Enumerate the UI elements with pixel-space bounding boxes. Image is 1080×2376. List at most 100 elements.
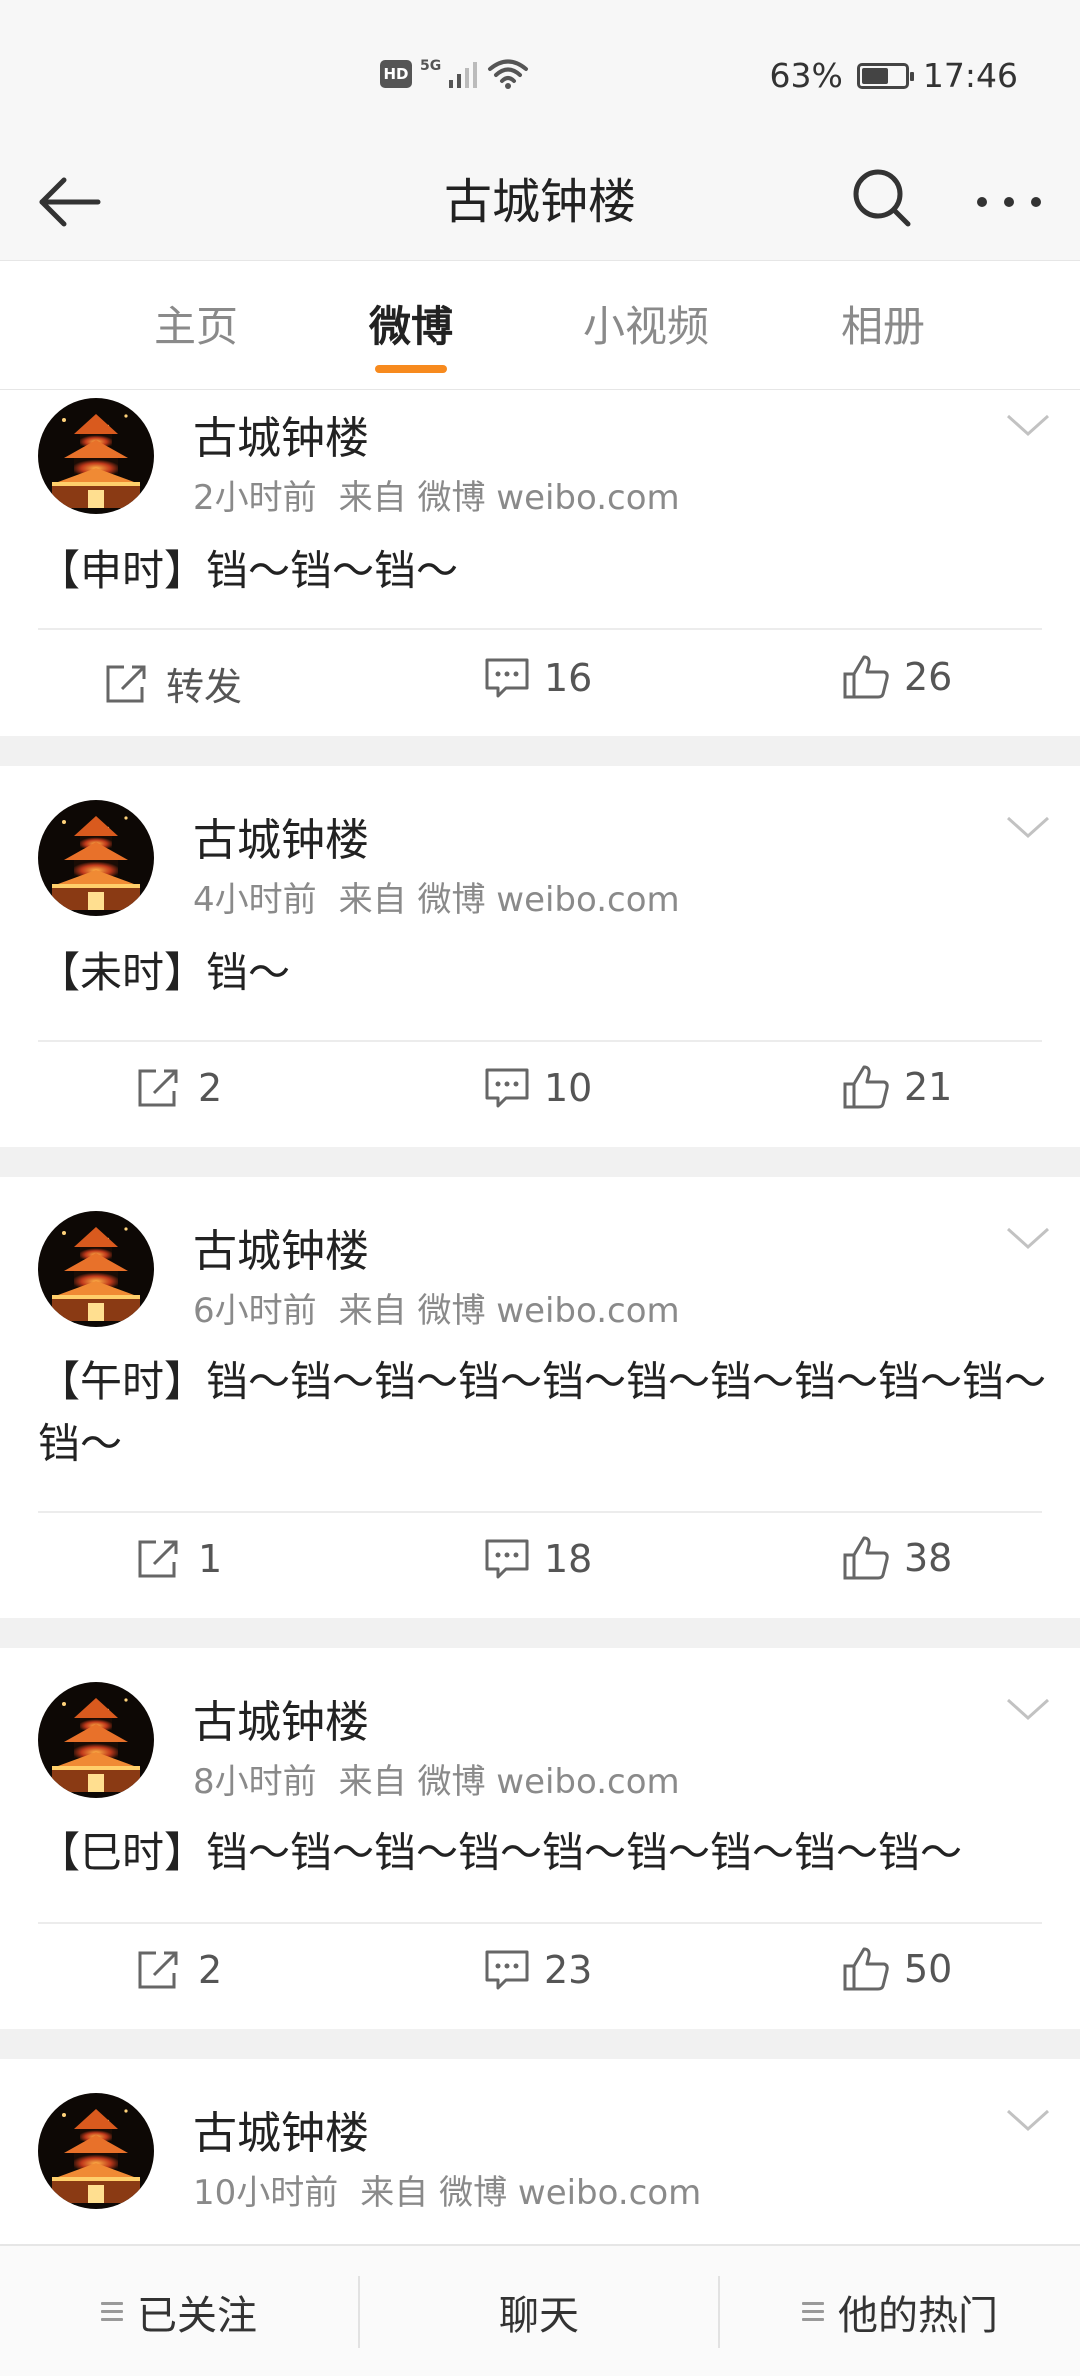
- avatar[interactable]: [38, 398, 154, 514]
- post-source: 来自 微博 weibo.com: [338, 880, 680, 920]
- like-count: 26: [904, 655, 953, 699]
- like-count: 50: [904, 1947, 953, 1991]
- post-separator: [0, 2029, 1080, 2059]
- menu-lines-icon: [802, 2302, 824, 2322]
- battery-level-fill: [861, 67, 888, 84]
- post: 古城钟楼 2小时前 来自 微博 weibo.com 【申时】铛～铛～铛～ 转发 1…: [0, 390, 1080, 736]
- post-meta: 6小时前 来自 微博 weibo.com: [193, 1283, 680, 1332]
- post: 古城钟楼 8小时前 来自 微博 weibo.com 【巳时】铛～铛～铛～铛～铛～铛…: [0, 1648, 1080, 2029]
- post: 古城钟楼 6小时前 来自 微博 weibo.com 【午时】铛～铛～铛～铛～铛～铛…: [0, 1177, 1080, 1618]
- chevron-down-icon[interactable]: [1005, 1223, 1051, 1253]
- comment-icon: [485, 1068, 529, 1108]
- avatar[interactable]: [38, 1682, 154, 1798]
- tab-weibo[interactable]: 微博: [331, 293, 491, 354]
- post-author[interactable]: 古城钟楼: [193, 2097, 369, 2161]
- wifi-icon: [488, 59, 529, 89]
- post-author[interactable]: 古城钟楼: [193, 1686, 369, 1750]
- like-button[interactable]: 26: [842, 654, 952, 700]
- repost-button[interactable]: 转发: [104, 656, 242, 711]
- post-meta: 10小时前 来自 微博 weibo.com: [193, 2165, 701, 2214]
- post-author[interactable]: 古城钟楼: [193, 804, 369, 868]
- comment-button[interactable]: 18: [484, 1537, 592, 1581]
- comment-count: 10: [544, 1066, 593, 1110]
- avatar[interactable]: [38, 2093, 154, 2209]
- post-author[interactable]: 古城钟楼: [193, 1215, 369, 1279]
- comment-button[interactable]: 16: [484, 656, 592, 700]
- comment-icon: [485, 1950, 529, 1990]
- post-meta: 8小时前 来自 微博 weibo.com: [193, 1754, 680, 1803]
- post: 古城钟楼 10小时前 来自 微博 weibo.com: [0, 2059, 1080, 2244]
- comment-icon: [485, 1539, 529, 1579]
- thumbs-up-icon: [843, 1536, 889, 1580]
- page-title: 古城钟楼: [443, 174, 636, 230]
- comment-count: 18: [544, 1537, 593, 1581]
- divider: [38, 628, 1042, 630]
- post-meta: 2小时前 来自 微博 weibo.com: [193, 470, 680, 519]
- clock: 17:46: [922, 56, 1018, 95]
- repost-icon: [106, 665, 146, 702]
- hd-badge: HD: [380, 60, 412, 88]
- like-count: 21: [904, 1065, 953, 1109]
- tab-home[interactable]: 主页: [116, 293, 276, 354]
- post-time: 10小时前: [193, 2173, 339, 2213]
- search-icon[interactable]: [848, 160, 918, 230]
- comment-count: 16: [544, 656, 593, 700]
- active-tab-indicator: [375, 365, 447, 373]
- post-time: 6小时前: [193, 1291, 317, 1331]
- chat-button[interactable]: 聊天: [360, 2246, 718, 2376]
- battery-icon: [856, 62, 914, 89]
- avatar[interactable]: [38, 1211, 154, 1327]
- repost-icon: [138, 1951, 178, 1989]
- post-separator: [0, 1618, 1080, 1648]
- post-source: 来自 微博 weibo.com: [338, 1762, 680, 1802]
- chevron-down-icon[interactable]: [1005, 1694, 1051, 1724]
- more-icon[interactable]: [972, 160, 1046, 230]
- chevron-down-icon[interactable]: [1005, 410, 1051, 440]
- status-right: 63% 17:46: [770, 56, 1018, 95]
- post-separator: [0, 1147, 1080, 1177]
- like-button[interactable]: 21: [842, 1064, 952, 1110]
- post-source: 来自 微博 weibo.com: [338, 478, 680, 518]
- chat-label: 聊天: [499, 2293, 579, 2339]
- following-label: 已关注: [137, 2293, 257, 2339]
- post-time: 2小时前: [193, 478, 317, 518]
- chevron-down-icon[interactable]: [1005, 2105, 1051, 2135]
- tab-album[interactable]: 相册: [803, 293, 963, 354]
- avatar[interactable]: [38, 800, 154, 916]
- chevron-down-icon[interactable]: [1005, 812, 1051, 842]
- post-meta: 4小时前 来自 微博 weibo.com: [193, 872, 680, 921]
- hot-posts-label: 他的热门: [838, 2293, 998, 2339]
- repost-label: 转发: [166, 665, 243, 709]
- repost-button[interactable]: 1: [136, 1537, 222, 1581]
- profile-tabs: 主页 微博 小视频 相册: [0, 260, 1080, 390]
- post-text: 【申时】铛～铛～铛～: [38, 546, 459, 595]
- comment-button[interactable]: 23: [484, 1948, 592, 1992]
- comment-button[interactable]: 10: [484, 1066, 592, 1110]
- thumbs-up-icon: [843, 655, 889, 699]
- like-button[interactable]: 50: [842, 1946, 952, 1992]
- bottom-bar: 已关注 聊天 他的热门: [0, 2244, 1080, 2376]
- post-source: 来自 微博 weibo.com: [360, 2173, 702, 2213]
- repost-count: 2: [198, 1066, 223, 1110]
- post-separator: [0, 736, 1080, 766]
- menu-lines-icon: [101, 2302, 123, 2322]
- repost-button[interactable]: 2: [136, 1066, 222, 1110]
- post-source: 来自 微博 weibo.com: [338, 1291, 680, 1331]
- nav-bar: 古城钟楼: [0, 150, 1080, 260]
- following-button[interactable]: 已关注: [0, 2246, 358, 2376]
- post-text: 【午时】铛～铛～铛～铛～铛～铛～铛～铛～铛～铛～铛～: [38, 1357, 1047, 1468]
- repost-count: 2: [198, 1948, 223, 1992]
- thumbs-up-icon: [843, 1947, 889, 1991]
- hot-posts-button[interactable]: 他的热门: [720, 2246, 1080, 2376]
- like-button[interactable]: 38: [842, 1535, 952, 1581]
- post: 古城钟楼 4小时前 来自 微博 weibo.com 【未时】铛～ 2 10 21: [0, 766, 1080, 1147]
- repost-button[interactable]: 2: [136, 1948, 222, 1992]
- post-text: 【巳时】铛～铛～铛～铛～铛～铛～铛～铛～铛～: [38, 1828, 963, 1877]
- post-author[interactable]: 古城钟楼: [193, 402, 369, 466]
- network-type: 5G: [420, 58, 442, 74]
- tab-short-video[interactable]: 小视频: [566, 293, 726, 354]
- comment-icon: [485, 658, 529, 698]
- network-indicators: HD 5G: [380, 58, 529, 90]
- repost-count: 1: [198, 1537, 223, 1581]
- status-bar: HD 5G 63% 17:46: [0, 0, 1080, 150]
